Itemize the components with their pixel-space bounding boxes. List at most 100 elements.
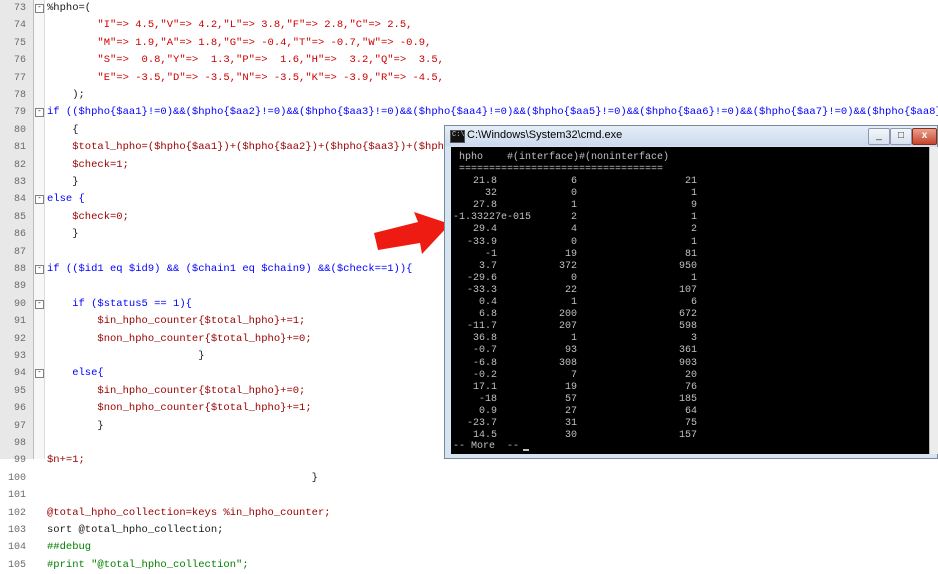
code-text: $non_hpho_counter{$total_hpho}+=0; (47, 332, 312, 345)
console-row: -1.33227e-015 2 1 (451, 212, 929, 224)
code-text: "I"=> 4.5,"V"=> 4.2,"L"=> 3.8,"F"=> 2.8,… (47, 19, 413, 32)
code-line[interactable]: 76 "S"=> 0.8,"Y"=> 1.3,"P"=> 1.6,"H"=> 3… (0, 52, 938, 69)
console-scrollbar[interactable] (929, 147, 938, 454)
noninterface-count: 81 (684, 248, 697, 260)
noninterface-count: 1 (690, 236, 697, 248)
console-row: 21.8 6 21 (451, 176, 929, 188)
code-line[interactable]: 73- %hpho=( (0, 0, 938, 17)
code-text: ##debug (47, 541, 92, 554)
maximize-button[interactable]: □ (890, 128, 912, 145)
line-number: 79 (13, 107, 26, 119)
interface-count: 1 (570, 297, 577, 308)
line-number: 80 (13, 124, 26, 136)
hpho-value: 0.9 (478, 405, 497, 417)
interface-count: 0 (570, 236, 577, 248)
console-row: 0.9 27 64 (451, 406, 929, 418)
noninterface-count: 6 (690, 297, 697, 308)
hpho-value: -33.9 (466, 236, 497, 248)
line-number: 98 (13, 438, 26, 449)
interface-count: 1 (570, 333, 577, 345)
hpho-value: -6.8 (472, 357, 497, 369)
code-line[interactable]: 105 #print "@total_hpho_collection"; (0, 557, 938, 574)
line-number: 90 (13, 298, 26, 310)
code-text: "E"=> -3.5,"D"=> -3.5,"N"=> -3.5,"K"=> -… (47, 71, 444, 84)
hpho-value: 32 (484, 188, 497, 200)
interface-count: 6 (570, 176, 577, 187)
code-line[interactable]: 102 @total_hpho_collection=keys %in_hpho_… (0, 505, 938, 522)
interface-count: 207 (558, 321, 577, 333)
code-line[interactable]: 77 "E"=> -3.5,"D"=> -3.5,"N"=> -3.5,"K"=… (0, 70, 938, 87)
code-line[interactable]: 104 ##debug (0, 539, 938, 556)
interface-count: 4 (570, 224, 577, 236)
line-number: 92 (13, 333, 26, 345)
interface-count: 31 (564, 418, 577, 429)
code-text: $in_hpho_counter{$total_hpho}+=1; (47, 315, 306, 328)
code-text: { (47, 123, 79, 136)
code-line[interactable]: 74 "I"=> 4.5,"V"=> 4.2,"L"=> 3.8,"F"=> 2… (0, 17, 938, 34)
noninterface-count: 9 (690, 200, 697, 212)
fold-toggle-icon[interactable]: - (35, 369, 44, 379)
code-text: else { (47, 193, 85, 206)
code-line[interactable]: 100 } (0, 470, 938, 487)
code-text: } (47, 228, 79, 241)
line-number: 87 (13, 246, 26, 258)
console-row: 17.1 19 76 (451, 382, 929, 394)
code-text: "M"=> 1.9,"A"=> 1.8,"G"=> -0.4,"T"=> -0.… (47, 36, 432, 49)
line-number: 84 (13, 194, 26, 206)
console-row: 0.4 1 6 (451, 297, 929, 309)
hpho-value: 27.8 (472, 200, 497, 212)
code-text: } (47, 350, 205, 362)
code-line[interactable]: 79- if (($hpho{$aa1}!=0)&&($hpho{$aa2}!=0… (0, 104, 938, 121)
noninterface-count: 107 (678, 284, 697, 296)
console-row: -23.7 31 75 (451, 418, 929, 430)
interface-count: 2 (570, 212, 577, 224)
code-line[interactable]: 101 (0, 487, 938, 504)
code-line[interactable]: 78 ); (0, 87, 938, 104)
line-number: 102 (7, 507, 26, 519)
console-row: -33.9 0 1 (451, 237, 929, 249)
noninterface-count: 672 (678, 309, 697, 321)
fold-toggle-icon[interactable]: - (35, 4, 44, 13)
cmd-window[interactable]: C:\ C:\Windows\System32\cmd.exe _ □ x hp… (444, 125, 938, 459)
cmd-window-title: C:\Windows\System32\cmd.exe (467, 129, 623, 141)
code-line[interactable]: 103 sort @total_hpho_collection; (0, 522, 938, 539)
console-row: -29.6 0 1 (451, 273, 929, 285)
hpho-value: -1 (484, 248, 497, 260)
cmd-app-icon-text: C:\ (452, 131, 465, 139)
fold-toggle-icon[interactable]: - (35, 195, 44, 205)
line-number: 100 (7, 472, 26, 484)
console-row: -1 19 81 (451, 249, 929, 261)
interface-count: 1 (570, 200, 577, 212)
code-text: ); (47, 89, 85, 101)
line-number: 91 (13, 316, 26, 328)
cursor-caret (523, 449, 529, 451)
fold-toggle-icon[interactable]: - (35, 265, 44, 274)
console-row: -11.7 207 598 (451, 321, 929, 333)
console-header: hpho #(interface)#(noninterface) (451, 152, 929, 164)
close-button[interactable]: x (912, 128, 937, 145)
console-output[interactable]: hpho #(interface)#(noninterface) =======… (451, 147, 929, 454)
cmd-titlebar[interactable]: C:\ C:\Windows\System32\cmd.exe _ □ x (445, 126, 937, 146)
code-text: $check=1; (47, 158, 129, 171)
cmd-app-icon: C:\ (450, 130, 465, 143)
console-separator: ================================== (451, 164, 929, 176)
minimize-button[interactable]: _ (868, 128, 890, 145)
noninterface-count: 950 (678, 260, 697, 272)
fold-toggle-icon[interactable]: - (35, 108, 44, 118)
code-text: %hpho=( (47, 2, 92, 14)
code-text: #print "@total_hpho_collection"; (47, 558, 249, 571)
interface-count: 0 (570, 272, 577, 284)
interface-count: 27 (564, 405, 577, 417)
line-number: 82 (13, 159, 26, 171)
hpho-value: -11.7 (466, 321, 497, 333)
fold-toggle-icon[interactable]: - (35, 299, 44, 309)
line-number: 81 (13, 142, 26, 154)
noninterface-count: 1 (690, 212, 697, 224)
code-text: @total_hpho_collection=keys %in_hpho_cou… (47, 506, 331, 519)
code-text: if (($hpho{$aa1}!=0)&&($hpho{$aa2}!=0)&&… (47, 106, 938, 119)
interface-count: 22 (564, 284, 577, 296)
console-row: 3.7 372 950 (451, 261, 929, 273)
console-row: -0.7 93 361 (451, 345, 929, 357)
code-line[interactable]: 75 "M"=> 1.9,"A"=> 1.8,"G"=> -0.4,"T"=> … (0, 35, 938, 52)
code-text: $in_hpho_counter{$total_hpho}+=0; (47, 384, 306, 397)
